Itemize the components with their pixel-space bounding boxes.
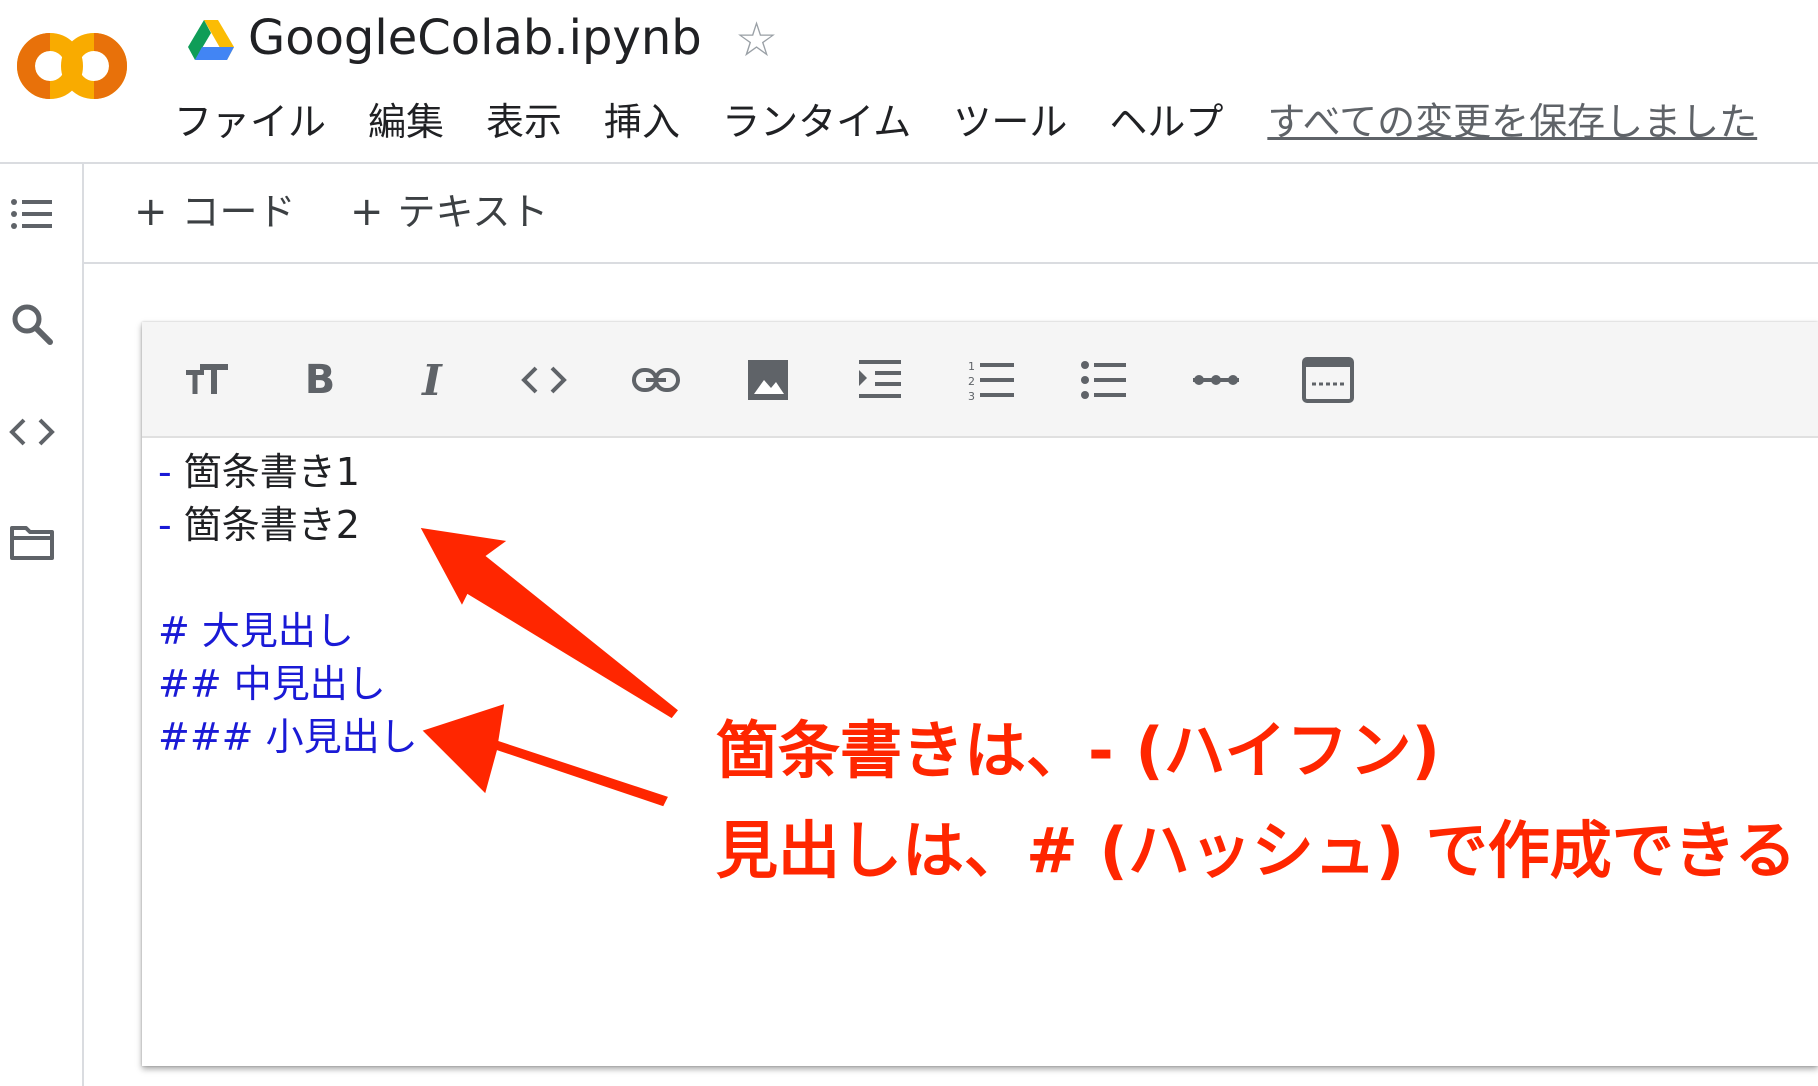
menu-file[interactable]: ファイル (174, 98, 326, 146)
line-text: 箇条書き1 (171, 450, 360, 494)
editor-line: ### 小見出し (158, 711, 418, 764)
cell-toolbar: + コード + テキスト (84, 164, 1818, 264)
menu-bar: ファイル 編集 表示 挿入 ランタイム ツール ヘルプ すべての変更を保存しまし… (174, 96, 1757, 148)
markdown-toolbar: B I 1 2 3 (142, 322, 1818, 438)
menu-edit[interactable]: 編集 (368, 98, 444, 146)
italic-icon[interactable]: I (404, 352, 460, 408)
svg-text:2: 2 (968, 375, 975, 388)
add-text-label: テキスト (397, 190, 549, 234)
add-text-button[interactable]: + テキスト (350, 188, 548, 236)
markdown-editor[interactable]: - 箇条書き1 - 箇条書き2 # 大見出し ## 中見出し ### 小見出し (158, 446, 418, 764)
colab-logo[interactable] (14, 30, 130, 102)
code-snippets-icon[interactable] (8, 408, 56, 456)
editor-line: - 箇条書き1 (158, 446, 418, 499)
markdown-prefix: - (158, 503, 172, 547)
svg-text:1: 1 (968, 360, 975, 373)
editor-line: ## 中見出し (158, 658, 418, 711)
bulleted-list-icon[interactable] (1076, 352, 1132, 408)
markdown-prefix: - (158, 450, 172, 494)
line-text: 大見出し (189, 609, 354, 653)
star-icon[interactable]: ☆ (735, 12, 778, 68)
line-text: 小見出し (253, 715, 418, 759)
markdown-prefix: ### (158, 715, 254, 759)
markdown-prefix: # (158, 609, 190, 653)
search-icon[interactable] (8, 300, 56, 348)
horizontal-rule-icon[interactable] (1188, 352, 1244, 408)
add-code-button[interactable]: + コード (134, 188, 296, 236)
text-size-icon[interactable] (180, 352, 236, 408)
plus-icon: + (350, 189, 384, 235)
svg-text:3: 3 (968, 390, 975, 402)
indent-icon[interactable] (852, 352, 908, 408)
numbered-list-icon[interactable]: 1 2 3 (964, 352, 1020, 408)
plus-icon: + (134, 189, 168, 235)
menu-insert[interactable]: 挿入 (604, 98, 680, 146)
add-code-label: コード (181, 190, 296, 234)
editor-line: # 大見出し (158, 605, 418, 658)
markdown-prefix: ## (158, 662, 222, 706)
table-of-contents-icon[interactable] (8, 190, 56, 238)
link-icon[interactable] (628, 352, 684, 408)
text-cell[interactable]: B I 1 2 3 - 箇条書き1 - 箇条書き2 # 大見出し ## 中見出し #… (142, 322, 1818, 1066)
bold-icon[interactable]: B (292, 352, 348, 408)
google-drive-icon[interactable] (188, 20, 234, 60)
left-sidebar (0, 164, 84, 1086)
menu-help[interactable]: ヘルプ (1109, 98, 1223, 146)
notebook-title[interactable]: GoogleColab.ipynb (248, 8, 702, 68)
editor-line: - 箇条書き2 (158, 499, 418, 552)
line-text: 箇条書き2 (171, 503, 360, 547)
header: GoogleColab.ipynb ☆ ファイル 編集 表示 挿入 ランタイム … (0, 0, 1818, 164)
code-icon[interactable] (516, 352, 572, 408)
image-icon[interactable] (740, 352, 796, 408)
line-text: 中見出し (221, 662, 386, 706)
menu-view[interactable]: 表示 (486, 98, 562, 146)
preview-window-icon[interactable] (1300, 352, 1356, 408)
save-status[interactable]: すべての変更を保存しました (1267, 98, 1757, 146)
menu-runtime[interactable]: ランタイム (722, 98, 911, 146)
folder-icon[interactable] (8, 518, 56, 566)
menu-tools[interactable]: ツール (953, 98, 1067, 146)
